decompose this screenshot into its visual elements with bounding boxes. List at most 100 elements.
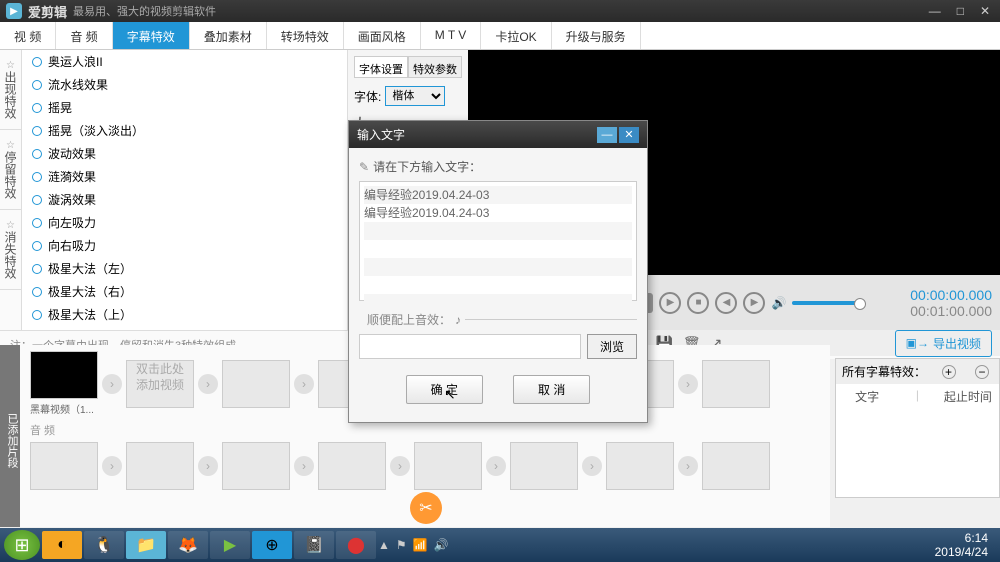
tab-fx-params[interactable]: 特效参数 [408, 56, 462, 78]
next-frame-icon[interactable]: ▶ [743, 292, 765, 314]
tray-volume-icon[interactable]: 🔊 [434, 538, 449, 552]
vtab-stay[interactable]: ☆停留特效 [0, 130, 21, 210]
effect-item[interactable]: 波动效果 [22, 142, 347, 165]
app-logo-icon: ▶ [6, 3, 22, 19]
effect-item[interactable]: 摇晃 [22, 96, 347, 119]
tab-audio[interactable]: 音 频 [56, 22, 112, 49]
taskbar-app-icon[interactable]: ⊕ [252, 531, 292, 559]
music-note-icon: ♪ [455, 313, 461, 327]
taskbar-app-icon[interactable]: ◐ [42, 531, 82, 559]
vtab-appear[interactable]: ☆出现特效 [0, 50, 21, 130]
play-icon[interactable]: ▶ [659, 292, 681, 314]
effect-item[interactable]: 极星大法（下） [22, 326, 347, 330]
taskbar-app-icon[interactable]: 📁 [126, 531, 166, 559]
timeline-label: 已添加片段 [0, 345, 20, 527]
taskbar-app-icon[interactable]: 🦊 [168, 531, 208, 559]
current-time: 00:00:00.000 [910, 287, 992, 303]
sound-path-input[interactable] [359, 334, 581, 359]
windows-taskbar: ◐ 🐧 📁 🦊 ▶ ⊕ 📓 ⬤ ▲ ⚑ 📶 🔊 6:14 2019/4/24 [0, 528, 1000, 562]
effect-item[interactable]: 极星大法（右） [22, 280, 347, 303]
taskbar-app-icon[interactable]: ⬤ [336, 531, 376, 559]
effect-item[interactable]: 摇晃（淡入淡出） [22, 119, 347, 142]
effect-item[interactable]: 极星大法（左） [22, 257, 347, 280]
titlebar: ▶ 爱剪辑 最易用、强大的视频剪辑软件 — □ ✕ [0, 0, 1000, 22]
effect-item[interactable]: 涟漪效果 [22, 165, 347, 188]
dialog-close-icon[interactable]: ✕ [619, 127, 639, 143]
audio-slot[interactable] [510, 442, 578, 490]
dialog-title: 输入文字 [357, 126, 405, 143]
app-subtitle: 最易用、强大的视频剪辑软件 [73, 3, 216, 19]
effect-item[interactable]: 漩涡效果 [22, 188, 347, 211]
input-text-dialog: 输入文字 — ✕ ✎ 请在下方输入文字： 编导经验2019.04.24-03 编… [348, 120, 648, 423]
text-input-area[interactable]: 编导经验2019.04.24-03 编导经验2019.04.24-03 [359, 181, 637, 301]
close-icon[interactable]: ✕ [976, 4, 994, 18]
tray-flag-icon[interactable]: ⚑ [396, 538, 407, 552]
export-video-button[interactable]: ▣→ 导出视频 [895, 330, 992, 357]
browse-button[interactable]: 浏览 [587, 334, 637, 359]
total-time: 00:01:00.000 [910, 303, 992, 319]
taskbar-clock[interactable]: 6:14 2019/4/24 [935, 531, 996, 560]
dialog-minimize-icon[interactable]: — [597, 127, 617, 143]
tab-video[interactable]: 视 频 [0, 22, 56, 49]
tray-up-icon[interactable]: ▲ [378, 538, 390, 552]
cut-button[interactable]: ✂ [410, 492, 442, 524]
audio-slot[interactable] [30, 442, 98, 490]
tab-font-settings[interactable]: 字体设置 [354, 56, 408, 78]
effect-list[interactable]: 奥运人浪II流水线效果摇晃摇晃（淡入淡出）波动效果涟漪效果漩涡效果向左吸力向右吸… [22, 50, 348, 330]
arrow-icon: › [678, 374, 698, 394]
effect-item[interactable]: 奥运人浪II [22, 50, 347, 73]
cancel-button[interactable]: 取 消 [513, 375, 590, 404]
empty-clip-slot[interactable] [702, 360, 770, 408]
tab-transition[interactable]: 转场特效 [267, 22, 344, 49]
panel-title: 所有字幕特效： [842, 363, 926, 380]
effect-item[interactable]: 极星大法（上） [22, 303, 347, 326]
app-name: 爱剪辑 [28, 2, 67, 21]
arrow-icon: › [294, 374, 314, 394]
font-select[interactable]: 楷体 [385, 86, 445, 106]
stop-icon[interactable]: ■ [687, 292, 709, 314]
effect-item[interactable]: 流水线效果 [22, 73, 347, 96]
audio-slot[interactable] [606, 442, 674, 490]
video-clip[interactable] [30, 351, 98, 399]
vtab-disappear[interactable]: ☆消失特效 [0, 210, 21, 290]
maximize-icon[interactable]: □ [953, 4, 968, 18]
main-tabs: 视 频 音 频 字幕特效 叠加素材 转场特效 画面风格 M T V 卡拉OK 升… [0, 22, 1000, 50]
arrow-icon: › [198, 374, 218, 394]
add-subtitle-icon[interactable]: + [942, 365, 956, 379]
volume-slider[interactable] [792, 301, 862, 305]
audio-slot[interactable] [702, 442, 770, 490]
tray-network-icon[interactable]: 📶 [413, 538, 428, 552]
sound-label: 顺便配上音效： [367, 311, 451, 328]
taskbar-app-icon[interactable]: 📓 [294, 531, 334, 559]
audio-track-label: 音 频 [30, 422, 824, 438]
volume-icon[interactable]: 🔊 [771, 296, 786, 310]
prev-frame-icon[interactable]: ◀ [715, 292, 737, 314]
left-vertical-tabs: ☆出现特效 ☆停留特效 ☆消失特效 [0, 50, 22, 330]
arrow-icon: › [102, 374, 122, 394]
audio-slot[interactable] [318, 442, 386, 490]
audio-slot[interactable] [126, 442, 194, 490]
dialog-prompt: 请在下方输入文字： [373, 158, 481, 175]
tab-style[interactable]: 画面风格 [344, 22, 421, 49]
tab-overlay[interactable]: 叠加素材 [190, 22, 267, 49]
taskbar-app-icon[interactable]: ▶ [210, 531, 250, 559]
clip-name: 黑幕视频（1... [30, 401, 98, 416]
effect-item[interactable]: 向左吸力 [22, 211, 347, 234]
empty-clip-slot[interactable] [222, 360, 290, 408]
tab-subtitle-fx[interactable]: 字幕特效 [113, 22, 190, 49]
ok-button[interactable]: 确 定 [406, 375, 483, 404]
taskbar-app-icon[interactable]: 🐧 [84, 531, 124, 559]
tab-karaoke[interactable]: 卡拉OK [481, 22, 551, 49]
start-button[interactable] [4, 530, 40, 560]
minimize-icon[interactable]: — [925, 4, 945, 18]
remove-subtitle-icon[interactable]: − [975, 365, 989, 379]
tab-upgrade[interactable]: 升级与服务 [552, 22, 641, 49]
export-icon: ▣→ [906, 336, 929, 350]
tab-mtv[interactable]: M T V [421, 22, 482, 49]
audio-slot[interactable] [222, 442, 290, 490]
col-time: 起止时间 [943, 388, 993, 405]
col-text: 文字 [842, 388, 892, 405]
empty-clip-slot[interactable]: 双击此处添加视频 [126, 360, 194, 408]
audio-slot[interactable] [414, 442, 482, 490]
effect-item[interactable]: 向右吸力 [22, 234, 347, 257]
